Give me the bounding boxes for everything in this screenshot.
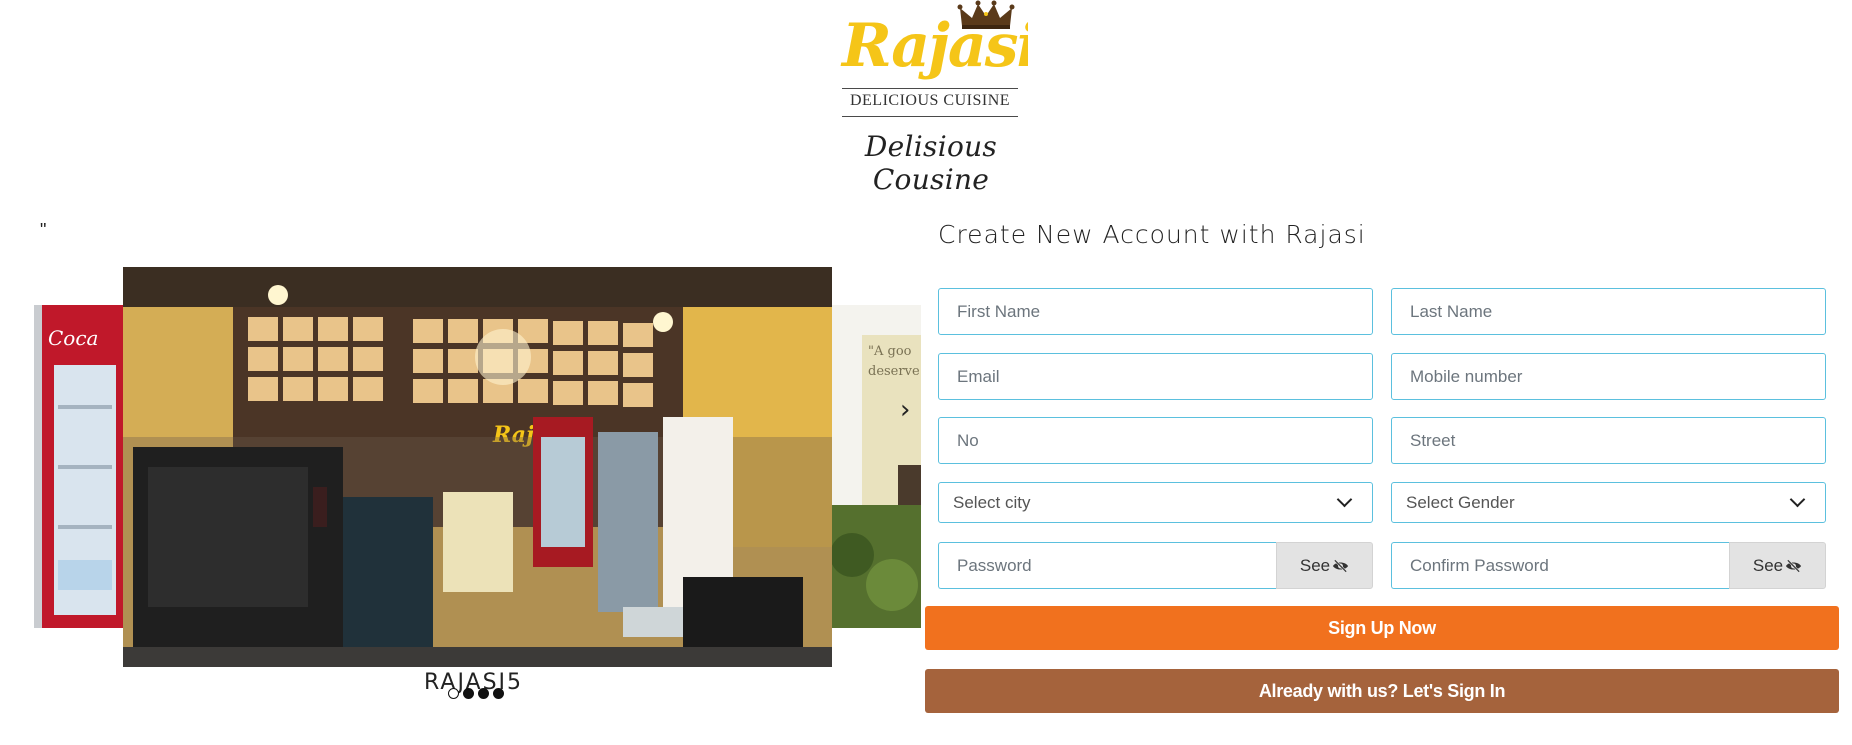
restaurant-interior-image: Rajasi [123,267,832,667]
image-slider[interactable]: Coca Rajasi "A goo deserve › RAJASI5 [34,265,922,705]
eye-slash-icon [1786,559,1802,572]
next-arrow-icon[interactable]: › [900,395,910,425]
svg-text:Coca: Coca [48,326,98,350]
logo-rule [842,88,1018,89]
eye-slash-icon [1333,559,1349,572]
chevron-down-icon [1336,491,1353,508]
fridge-image: Coca [34,305,123,628]
logo-subtitle: Delisious Cousine [864,130,998,196]
logo-tagline: DELICIOUS CUISINE [849,92,1011,109]
sign-up-button[interactable]: Sign Up Now [925,606,1839,650]
city-select[interactable]: Select city [938,482,1373,523]
address-no-field[interactable] [938,417,1373,464]
show-confirm-password-button[interactable]: See [1729,542,1826,589]
street-field[interactable] [1391,417,1826,464]
sign-in-button[interactable]: Already with us? Let's Sign In [925,669,1839,713]
see-label: See [1752,555,1784,575]
mobile-number-field[interactable] [1391,353,1826,400]
gender-select-label: Select Gender [1406,492,1515,512]
last-name-field[interactable] [1391,288,1826,335]
show-password-button[interactable]: See [1276,542,1373,589]
chevron-down-icon [1789,491,1806,508]
slider-dot[interactable] [493,688,504,699]
logo-rule [842,116,1018,117]
slide-current[interactable]: Rajasi [123,267,832,667]
confirm-password-group: See [1391,542,1826,589]
sign-image: "A goo deserve [832,305,921,628]
svg-text:Rajasi: Rajasi [840,11,1028,81]
logo-wordmark: Rajasi [840,11,1028,81]
rajasi-logo[interactable]: Rajasi DELICIOUS CUISINE Delisious Cousi… [838,0,1028,196]
form-title: Create New Account with Rajasi [938,220,1366,249]
header: Rajasi DELICIOUS CUISINE Delisious Cousi… [0,0,1852,196]
password-field[interactable] [938,542,1276,589]
see-label: See [1299,555,1331,575]
confirm-password-field[interactable] [1391,542,1729,589]
slider-dot[interactable] [463,688,474,699]
slide-previous[interactable]: Coca [34,305,123,628]
city-select-label: Select city [953,492,1031,512]
quote-mark: " [40,220,47,240]
first-name-field[interactable] [938,288,1373,335]
email-field[interactable] [938,353,1373,400]
slider-dots [448,688,504,699]
svg-text:deserve: deserve [868,364,920,379]
slider-dot[interactable] [478,688,489,699]
gender-select[interactable]: Select Gender [1391,482,1826,523]
svg-text:"A goo: "A goo [868,344,912,359]
slide-next[interactable]: "A goo deserve [832,305,921,628]
slider-dot[interactable] [448,688,459,699]
password-group: See [938,542,1373,589]
